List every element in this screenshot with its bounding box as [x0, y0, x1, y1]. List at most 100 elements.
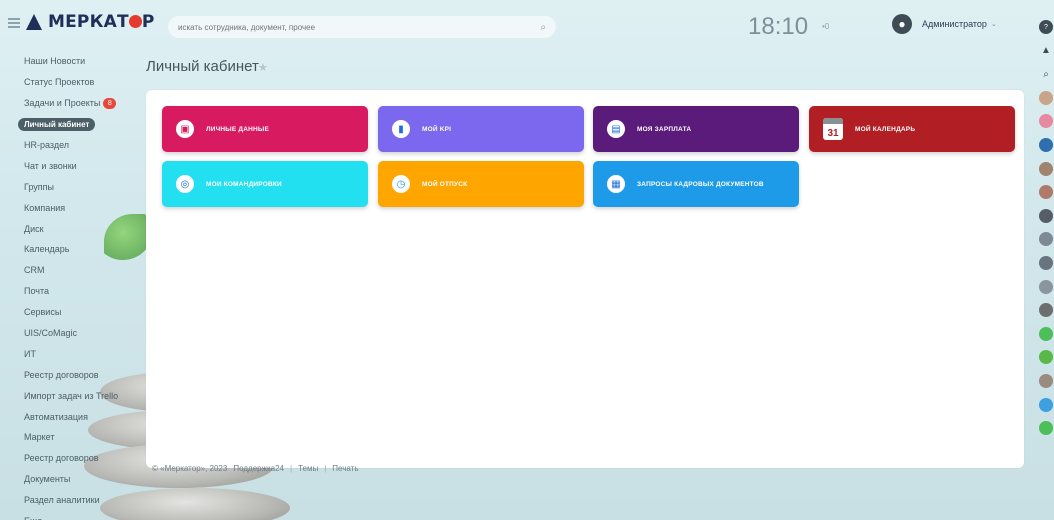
avatar[interactable]: [1039, 161, 1053, 176]
sidebar-item[interactable]: Диск: [16, 218, 136, 239]
sidebar-item-label: Еще: [24, 516, 42, 520]
sidebar-item-label: Импорт задач из Trello: [24, 390, 119, 401]
avatar[interactable]: [1039, 90, 1053, 105]
sidebar-item-label: Раздел аналитики: [24, 495, 100, 506]
clock: 18:10: [748, 13, 809, 40]
avatar[interactable]: [1039, 279, 1053, 294]
footer-separator: |: [324, 464, 327, 473]
bell-icon[interactable]: ▲: [1039, 44, 1053, 58]
star-icon[interactable]: ★: [258, 61, 268, 74]
sidebar-item[interactable]: ИТ: [16, 343, 136, 364]
sidebar-item[interactable]: Еще: [16, 511, 136, 520]
user-avatar-icon: ●: [892, 14, 912, 34]
avatar[interactable]: [1039, 185, 1053, 200]
footer-print-link[interactable]: Печать: [332, 464, 358, 473]
sidebar-item[interactable]: Статус Проектов: [16, 72, 136, 93]
sidebar-item[interactable]: UIS/CoMagic: [16, 323, 136, 344]
phone-icon[interactable]: [1039, 421, 1053, 436]
tile-hr-document-requests[interactable]: ▦ ЗАПРОСЫ КАДРОВЫХ ДОКУМЕНТОВ: [593, 161, 799, 207]
tile-my-kpi[interactable]: ▮ МОЙ KPI: [378, 106, 584, 152]
help-icon[interactable]: ?: [1039, 20, 1053, 34]
tile-label: ЗАПРОСЫ КАДРОВЫХ ДОКУМЕНТОВ: [637, 180, 764, 188]
menu-icon[interactable]: [8, 18, 20, 28]
search-bar[interactable]: ⌕: [168, 16, 556, 38]
tile-label: МОЙ ОТПУСК: [422, 180, 468, 188]
right-sidebar: ? ▲ ⌕: [1038, 20, 1054, 445]
calendar-icon: 31: [823, 118, 843, 140]
user-menu[interactable]: ● Администратор ⌄: [892, 14, 997, 34]
search-input[interactable]: [178, 22, 528, 32]
sidebar-item-label: Наши Новости: [24, 56, 86, 67]
tile-my-vacation[interactable]: ◷ МОЙ ОТПУСК: [378, 161, 584, 207]
sidebar-item[interactable]: Наши Новости: [16, 51, 136, 72]
sidebar-item[interactable]: Реестр договоров: [16, 448, 136, 469]
avatar[interactable]: [1039, 255, 1053, 270]
sidebar-item-label: Документы: [24, 474, 71, 485]
sidebar-item-label: Автоматизация: [24, 411, 88, 422]
sidebar-item-label: Диск: [24, 223, 44, 234]
avatar[interactable]: [1039, 232, 1053, 247]
globe-icon: ◎: [176, 175, 194, 193]
sidebar-item[interactable]: Реестр договоров: [16, 364, 136, 385]
clock-icon: ◷: [392, 175, 410, 193]
sidebar-item-badge: 8: [103, 97, 117, 109]
sidebar-item[interactable]: Сервисы: [16, 302, 136, 323]
group-chat-icon[interactable]: [1039, 137, 1053, 152]
avatar[interactable]: [1039, 303, 1053, 318]
tile-personal-data[interactable]: ▣ ЛИЧНЫЕ ДАННЫЕ: [162, 106, 368, 152]
sidebar-item-label: Чат и звонки: [24, 160, 77, 171]
avatar[interactable]: [1039, 373, 1053, 388]
tile-label: МОИ КОМАНДИРОВКИ: [206, 180, 282, 188]
printer-icon: ▦: [607, 175, 625, 193]
chat-icon[interactable]: [1039, 350, 1053, 365]
user-name: Администратор: [922, 19, 987, 29]
chat-icon[interactable]: [1039, 326, 1053, 341]
main-panel: ▣ ЛИЧНЫЕ ДАННЫЕ ▮ МОЙ KPI ▤ МОЯ ЗАРПЛАТА…: [146, 90, 1024, 468]
tile-label: МОЙ KPI: [422, 125, 452, 133]
sidebar-item[interactable]: Раздел аналитики: [16, 490, 136, 511]
avatar[interactable]: [1039, 208, 1053, 223]
sidebar-item[interactable]: Календарь: [16, 239, 136, 260]
sidebar-item-label: Календарь: [24, 244, 70, 255]
avatar[interactable]: [1039, 114, 1053, 129]
sidebar-item-label: CRM: [24, 265, 45, 276]
sidebar-item[interactable]: Почта: [16, 281, 136, 302]
sidebar-item[interactable]: Импорт задач из Trello: [16, 385, 136, 406]
chevron-down-icon: ⌄: [990, 21, 997, 28]
tile-my-salary[interactable]: ▤ МОЯ ЗАРПЛАТА: [593, 106, 799, 152]
sidebar-item-label: Статус Проектов: [24, 77, 95, 88]
sidebar-item[interactable]: CRM: [16, 260, 136, 281]
notification-counter[interactable]: •0: [822, 22, 829, 31]
page-title: Личный кабинет: [146, 58, 259, 75]
sidebar-item[interactable]: Группы: [16, 176, 136, 197]
sidebar-item-label: Личный кабинет: [18, 117, 96, 131]
calendar-icon[interactable]: [1039, 397, 1053, 412]
sidebar-item-label: Задачи и Проекты: [24, 98, 101, 109]
sidebar-item[interactable]: Маркет: [16, 427, 136, 448]
sidebar-item[interactable]: Задачи и Проекты 8: [16, 93, 136, 114]
sidebar-item[interactable]: Личный кабинет: [16, 114, 136, 135]
sidebar-item-label: ИТ: [24, 348, 36, 359]
tile-my-trips[interactable]: ◎ МОИ КОМАНДИРОВКИ: [162, 161, 368, 207]
wallet-icon: ▤: [607, 120, 625, 138]
search-icon[interactable]: ⌕: [1039, 67, 1053, 81]
footer-themes-link[interactable]: Темы: [298, 464, 318, 473]
sidebar-item[interactable]: Документы: [16, 469, 136, 490]
sidebar-item-label: Сервисы: [24, 307, 62, 318]
sidebar-item-label: Компания: [24, 202, 66, 213]
sidebar-item[interactable]: Чат и звонки: [16, 155, 136, 176]
sidebar-item[interactable]: HR-раздел: [16, 135, 136, 156]
tile-my-calendar[interactable]: 31 МОЙ КАЛЕНДАРЬ: [809, 106, 1015, 152]
id-card-icon: ▣: [176, 120, 194, 138]
tile-label: ЛИЧНЫЕ ДАННЫЕ: [206, 125, 270, 133]
logo-mark-icon: [26, 14, 42, 30]
search-icon[interactable]: ⌕: [540, 22, 546, 33]
top-header: МЕРКАТР ⌕ 18:10 •0 ● Администратор ⌄: [0, 0, 1054, 48]
footer-powered[interactable]: Поддержка24: [233, 464, 284, 473]
sidebar-item-label: Реестр договоров: [24, 453, 99, 464]
sidebar-item-label: UIS/CoMagic: [24, 328, 78, 339]
logo[interactable]: МЕРКАТ Р: [26, 12, 155, 32]
sidebar-item[interactable]: Компания: [16, 197, 136, 218]
sidebar-item[interactable]: Автоматизация: [16, 406, 136, 427]
tile-label: МОЙ КАЛЕНДАРЬ: [855, 125, 916, 133]
